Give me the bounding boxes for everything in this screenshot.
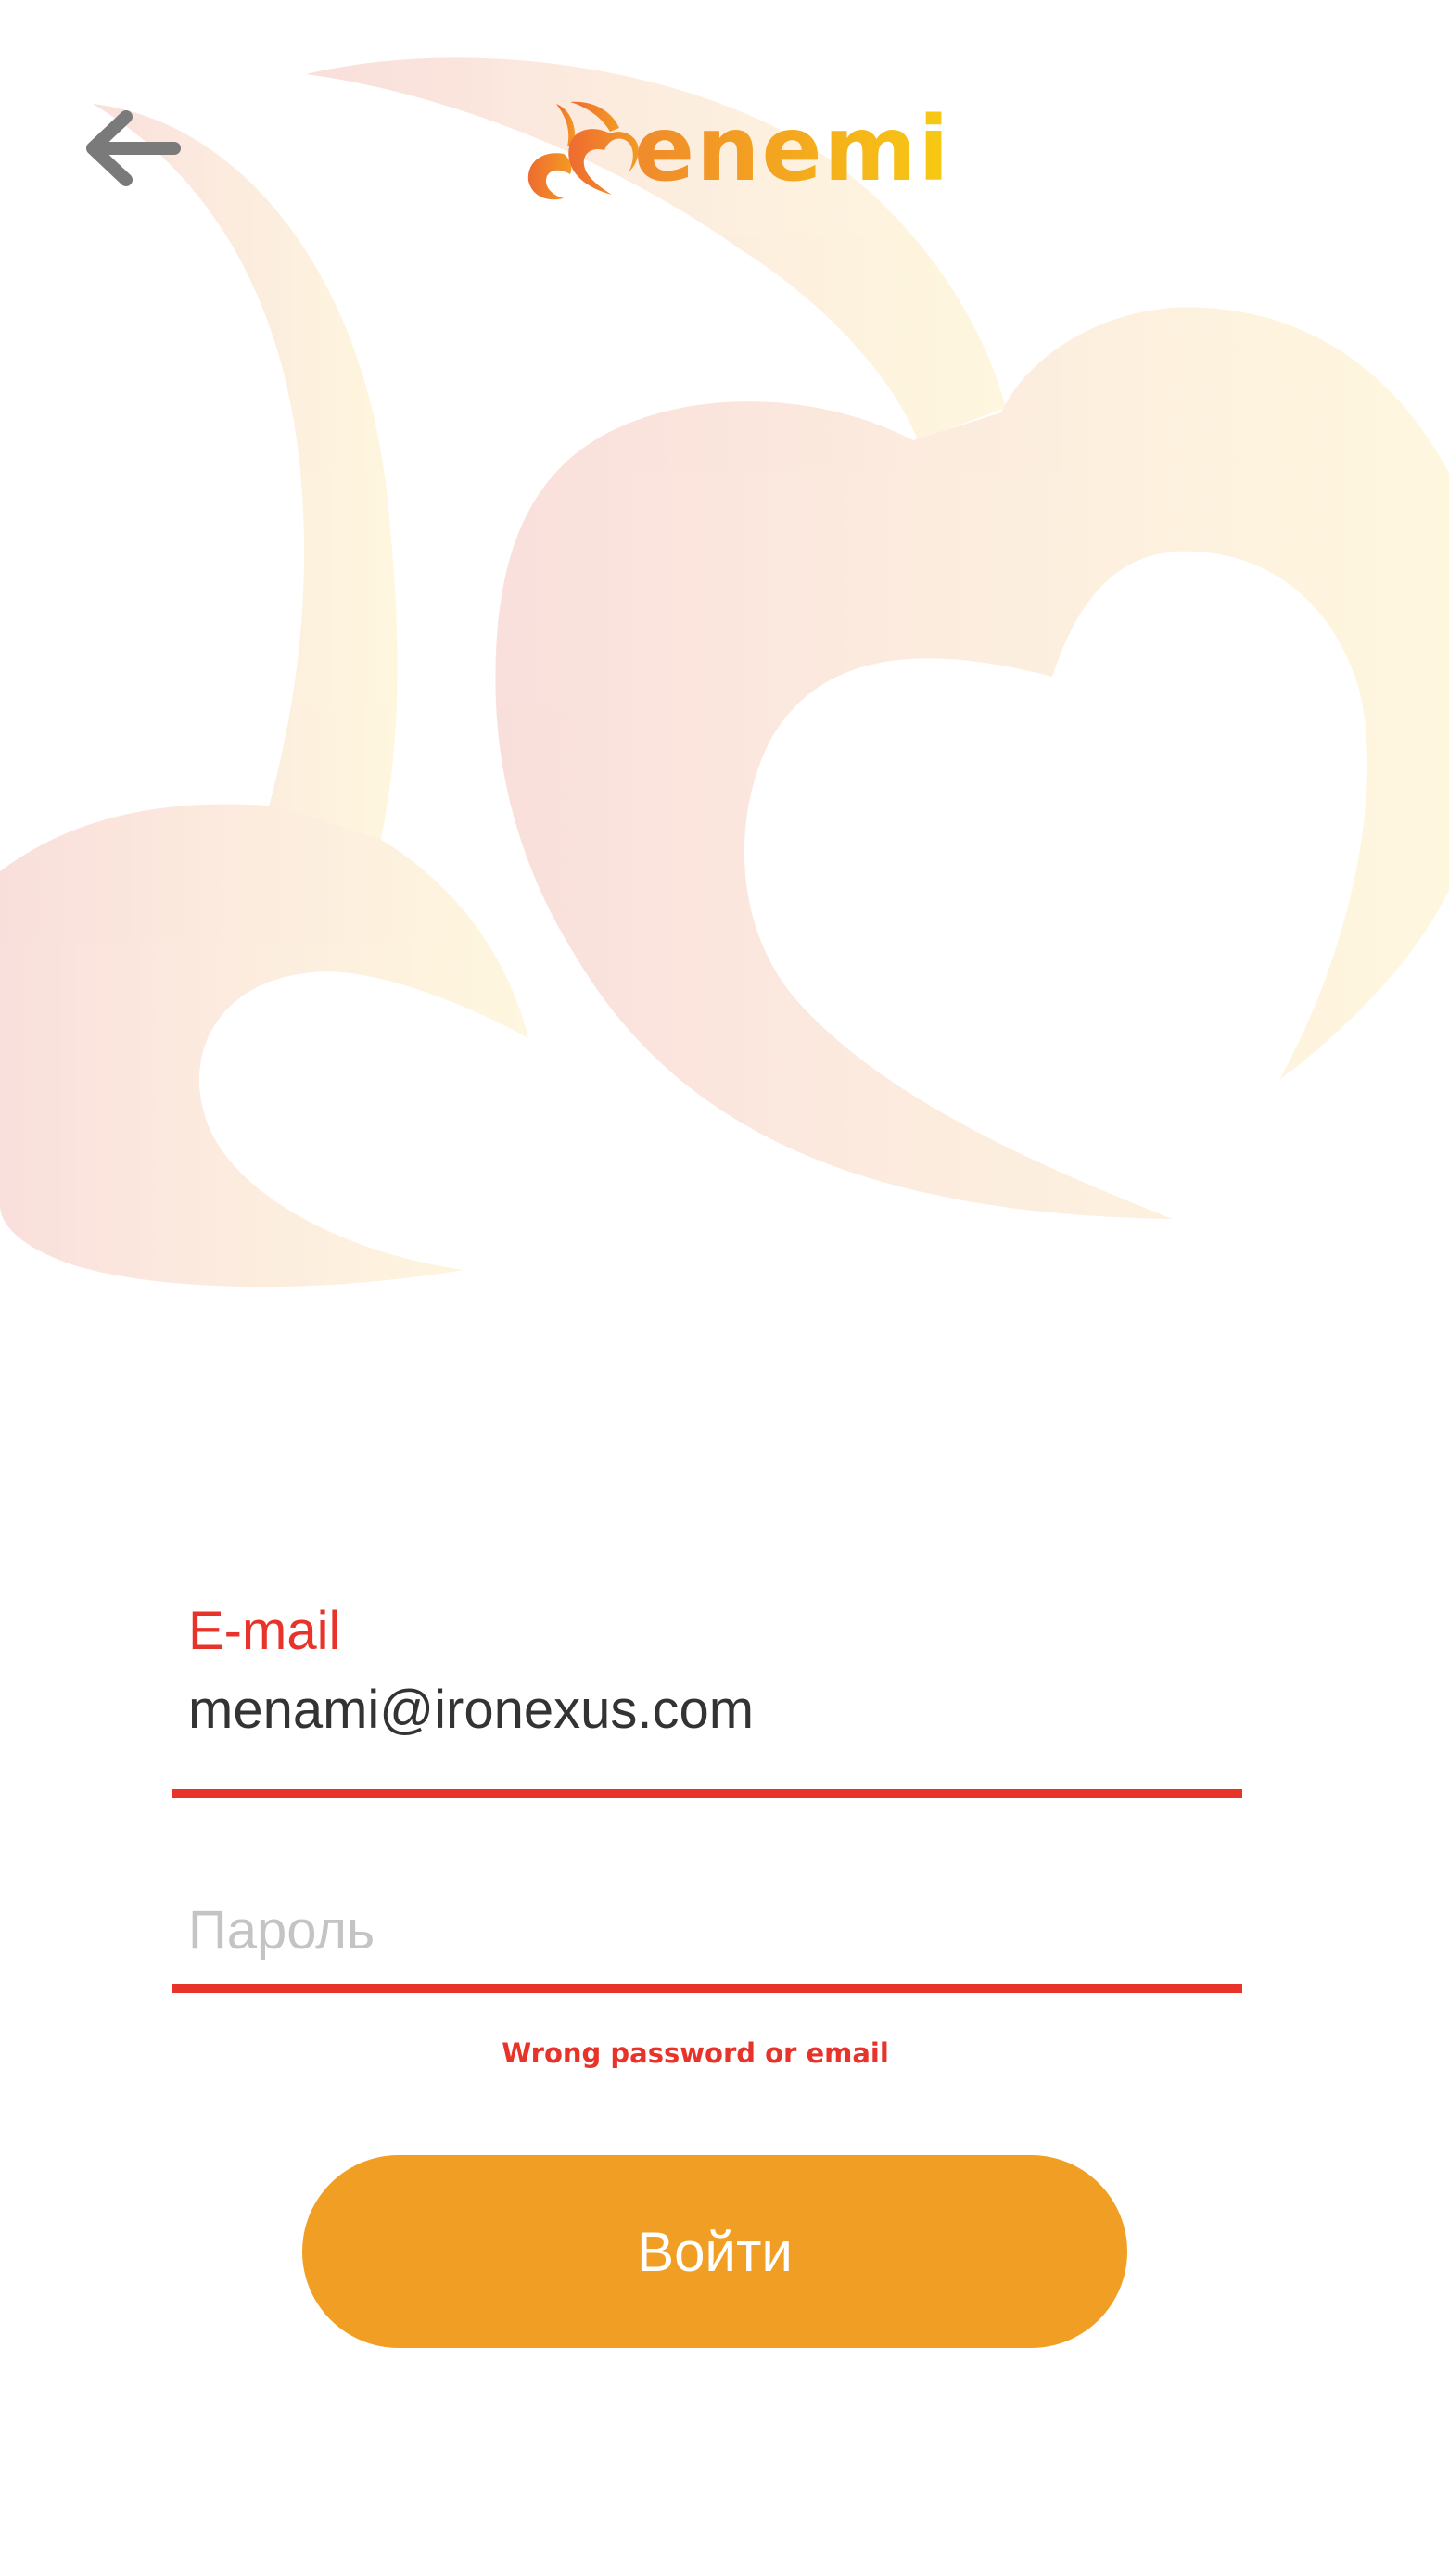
password-field[interactable]	[172, 1872, 1242, 1993]
logo-wordmark: enemi	[634, 89, 951, 209]
arrow-left-icon	[86, 110, 181, 186]
login-button[interactable]: Войти	[302, 2155, 1127, 2348]
app-logo: enemi	[519, 93, 951, 213]
email-label: E-mail	[188, 1601, 341, 1661]
email-input[interactable]	[188, 1672, 1227, 1746]
cherry-heart-logo-icon	[527, 101, 639, 200]
email-field[interactable]: E-mail	[172, 1594, 1242, 1798]
email-underline	[172, 1789, 1242, 1798]
password-input[interactable]	[188, 1893, 1227, 1967]
error-message: Wrong password or email	[502, 2037, 889, 2069]
back-button[interactable]	[78, 102, 189, 195]
password-underline	[172, 1984, 1242, 1993]
